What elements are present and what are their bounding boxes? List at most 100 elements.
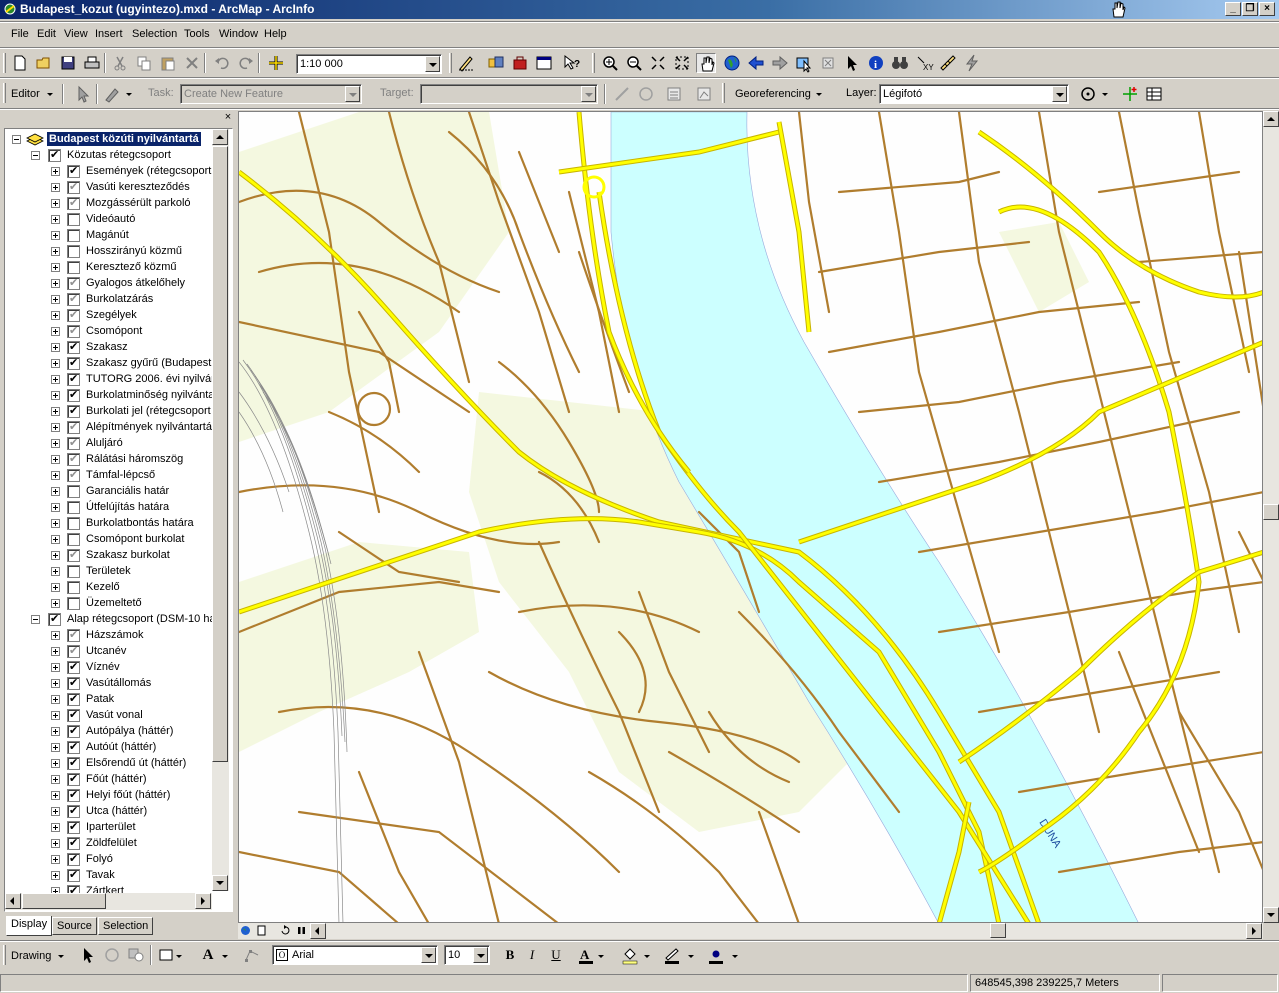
expand-icon[interactable]: [51, 407, 60, 416]
measure-icon[interactable]: [938, 53, 958, 73]
toc-layer-row[interactable]: Csomópont: [5, 324, 210, 340]
layer-visibility-checkbox[interactable]: [67, 644, 80, 658]
toc-layer-label[interactable]: Víznév: [86, 661, 120, 673]
toc-layer-label[interactable]: Iparterület: [86, 821, 136, 833]
expand-icon[interactable]: [51, 839, 60, 848]
new-rectangle-icon[interactable]: [156, 945, 176, 965]
layer-visibility-checkbox[interactable]: [67, 436, 80, 450]
sketch-tool-icon[interactable]: [102, 84, 122, 104]
toc-layer-label[interactable]: Keresztező közmű: [86, 261, 176, 273]
editor-toolbar-icon[interactable]: [456, 53, 476, 73]
chevron-down-icon[interactable]: [126, 84, 133, 104]
cut-icon[interactable]: [110, 53, 130, 73]
full-extent-globe-icon[interactable]: [722, 53, 742, 73]
layer-visibility-checkbox[interactable]: [67, 820, 80, 834]
toc-layer-label[interactable]: Burkolatminőség nyilvánta: [86, 389, 214, 401]
toc-group-label[interactable]: Alap rétegcsoport (DSM-10 ha: [67, 613, 216, 625]
toc-layer-row[interactable]: Utcanév: [5, 644, 210, 660]
paste-icon[interactable]: [158, 53, 178, 73]
menu-insert[interactable]: Insert: [95, 28, 123, 40]
rotate-tool-icon[interactable]: [636, 84, 656, 104]
toc-layer-label[interactable]: Gyalogos átkelőhely: [86, 277, 185, 289]
scroll-down-icon[interactable]: [1263, 907, 1279, 923]
toc-layer-row[interactable]: Patak: [5, 692, 210, 708]
layer-visibility-checkbox[interactable]: [67, 868, 80, 882]
expand-icon[interactable]: [51, 807, 60, 816]
expand-icon[interactable]: [51, 711, 60, 720]
toc-layer-row[interactable]: Házszámok: [5, 628, 210, 644]
layer-visibility-checkbox[interactable]: [67, 581, 80, 594]
layer-visibility-checkbox[interactable]: [67, 756, 80, 770]
toc-layer-label[interactable]: Szakasz gyűrű (Budapest: [86, 357, 211, 369]
rotate-georef-icon[interactable]: [1078, 84, 1098, 104]
chevron-down-icon[interactable]: [473, 947, 488, 963]
chevron-down-icon[interactable]: [644, 946, 651, 966]
layer-visibility-checkbox[interactable]: [67, 692, 80, 706]
toc-layer-label[interactable]: Alépítmények nyilvántartá: [86, 421, 212, 433]
expand-icon[interactable]: [51, 791, 60, 800]
expand-icon[interactable]: [51, 679, 60, 688]
layer-visibility-checkbox[interactable]: [67, 548, 80, 562]
identify-icon[interactable]: i: [866, 53, 886, 73]
toc-layer-label[interactable]: Házszámok: [86, 629, 143, 641]
zoom-in-icon[interactable]: [600, 53, 620, 73]
add-data-icon[interactable]: [266, 53, 286, 73]
marker-color-icon[interactable]: [706, 945, 726, 965]
toc-layer-label[interactable]: Elsőrendű út (háttér): [86, 757, 186, 769]
toc-layer-label[interactable]: Helyi főút (háttér): [86, 789, 170, 801]
toc-layer-label[interactable]: Patak: [86, 693, 114, 705]
expand-icon[interactable]: [51, 727, 60, 736]
layer-visibility-checkbox[interactable]: [67, 420, 80, 434]
toc-layer-label[interactable]: Burkolatbontás határa: [86, 517, 194, 529]
restore-button[interactable]: ❐: [1242, 2, 1258, 16]
expand-icon[interactable]: [51, 487, 60, 496]
toc-layer-row[interactable]: Helyi főút (háttér): [5, 788, 210, 804]
toc-layer-row[interactable]: Kezelő: [5, 580, 210, 596]
layer-visibility-checkbox[interactable]: [67, 804, 80, 818]
toc-layer-row[interactable]: Mozgássérült parkoló: [5, 196, 210, 212]
split-tool-icon[interactable]: [612, 84, 632, 104]
layer-visibility-checkbox[interactable]: [67, 565, 80, 578]
toc-layer-label[interactable]: Mozgássérült parkoló: [86, 197, 191, 209]
map-horizontal-scrollbar[interactable]: [238, 923, 1263, 939]
toc-layer-label[interactable]: Csomópont burkolat: [86, 533, 184, 545]
layer-visibility-checkbox[interactable]: [67, 245, 80, 258]
toc-layer-label[interactable]: Vasútállomás: [86, 677, 151, 689]
layer-visibility-checkbox[interactable]: [67, 292, 80, 306]
expand-icon[interactable]: [51, 311, 60, 320]
toc-layer-row[interactable]: Hosszirányú közmű: [5, 244, 210, 260]
layer-visibility-checkbox[interactable]: [67, 276, 80, 290]
expand-icon[interactable]: [51, 567, 60, 576]
layer-visibility-checkbox[interactable]: [67, 229, 80, 242]
layer-visibility-checkbox[interactable]: [67, 485, 80, 498]
new-document-icon[interactable]: [10, 53, 30, 73]
toc-layer-label[interactable]: Autóút (háttér): [86, 741, 156, 753]
toc-layer-label[interactable]: Magánút: [86, 229, 129, 241]
toc-group-label[interactable]: Közutas rétegcsoport: [67, 149, 171, 161]
expand-icon[interactable]: [51, 583, 60, 592]
toc-layer-row[interactable]: Szegélyek: [5, 308, 210, 324]
select-features-icon[interactable]: [794, 53, 814, 73]
select-elements-icon[interactable]: [78, 945, 98, 965]
close-button[interactable]: ×: [1259, 2, 1275, 16]
layer-visibility-checkbox[interactable]: [67, 836, 80, 850]
redo-icon[interactable]: [236, 53, 256, 73]
map-canvas[interactable]: DUNA: [239, 112, 1263, 923]
toc-layer-label[interactable]: TUTORG 2006. évi nyilvár: [86, 373, 215, 385]
whats-this-help-icon[interactable]: ?: [562, 53, 582, 73]
expand-icon[interactable]: [51, 359, 60, 368]
toc-group-row[interactable]: Közutas rétegcsoport: [5, 148, 210, 164]
expand-icon[interactable]: [51, 503, 60, 512]
toc-layer-row[interactable]: Burkolatminőség nyilvánta: [5, 388, 214, 404]
layer-visibility-checkbox[interactable]: [67, 356, 80, 370]
chevron-down-icon[interactable]: [345, 86, 360, 102]
map-hscroll-thumb[interactable]: [990, 923, 1006, 938]
georeferencing-menu-button[interactable]: Georeferencing: [735, 88, 811, 100]
toc-layer-row[interactable]: Vasútállomás: [5, 676, 210, 692]
toc-layer-label[interactable]: Üzemeltető: [86, 597, 142, 609]
toc-layer-row[interactable]: Vasút vonal: [5, 708, 210, 724]
layer-visibility-checkbox[interactable]: [67, 452, 80, 466]
font-size-combo[interactable]: 10: [444, 945, 490, 965]
expand-icon[interactable]: [51, 295, 60, 304]
minimize-button[interactable]: _: [1225, 2, 1241, 16]
